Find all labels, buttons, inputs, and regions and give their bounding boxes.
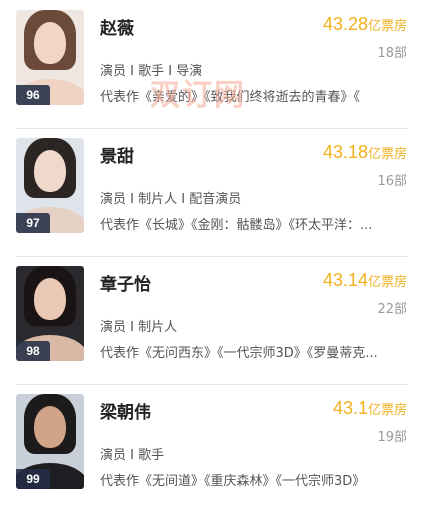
- representative-works: 代表作《长城》《金刚：骷髅岛》《环太平洋：...: [100, 218, 373, 233]
- box-office: 43.18亿票房: [322, 142, 407, 162]
- roles: 演员 I 歌手: [100, 448, 165, 463]
- roles: 演员 I 歌手 I 导演: [100, 64, 203, 79]
- avatar: 96: [16, 10, 84, 105]
- actor-ranking-list: 96 赵薇 43.28亿票房 18部 演员 I 歌手 I 导演 代表作《亲爱的》…: [0, 0, 423, 512]
- score-badge: 96: [16, 85, 50, 105]
- representative-works: 代表作《无间道》《重庆森林》《一代宗师3D》: [100, 474, 366, 489]
- actor-name[interactable]: 景甜: [100, 142, 134, 167]
- representative-works: 代表作《亲爱的》《致我们终将逝去的青春》《: [100, 90, 361, 105]
- film-count: 18部: [377, 46, 407, 61]
- box-office: 43.28亿票房: [322, 14, 407, 34]
- actor-name[interactable]: 章子怡: [100, 270, 151, 295]
- film-count: 16部: [377, 174, 407, 189]
- list-item[interactable]: 97 景甜 43.18亿票房 16部 演员 I 制片人 I 配音演员 代表作《长…: [0, 128, 423, 256]
- list-item[interactable]: 96 赵薇 43.28亿票房 18部 演员 I 歌手 I 导演 代表作《亲爱的》…: [0, 0, 423, 128]
- list-item[interactable]: 98 章子怡 43.14亿票房 22部 演员 I 制片人 代表作《无问西东》《一…: [0, 256, 423, 384]
- avatar: 98: [16, 266, 84, 361]
- score-badge: 98: [16, 341, 50, 361]
- box-office: 43.1亿票房: [332, 398, 407, 418]
- film-count: 19部: [377, 430, 407, 445]
- list-item[interactable]: 99 梁朝伟 43.1亿票房 19部 演员 I 歌手 代表作《无间道》《重庆森林…: [0, 384, 423, 512]
- avatar: 99: [16, 394, 84, 489]
- film-count: 22部: [377, 302, 407, 317]
- representative-works: 代表作《无问西东》《一代宗师3D》《罗曼蒂克...: [100, 346, 378, 361]
- roles: 演员 I 制片人 I 配音演员: [100, 192, 242, 207]
- avatar: 97: [16, 138, 84, 233]
- score-badge: 97: [16, 213, 50, 233]
- actor-name[interactable]: 梁朝伟: [100, 398, 151, 423]
- actor-name[interactable]: 赵薇: [100, 14, 134, 39]
- box-office: 43.14亿票房: [322, 270, 407, 290]
- score-badge: 99: [16, 469, 50, 489]
- roles: 演员 I 制片人: [100, 320, 178, 335]
